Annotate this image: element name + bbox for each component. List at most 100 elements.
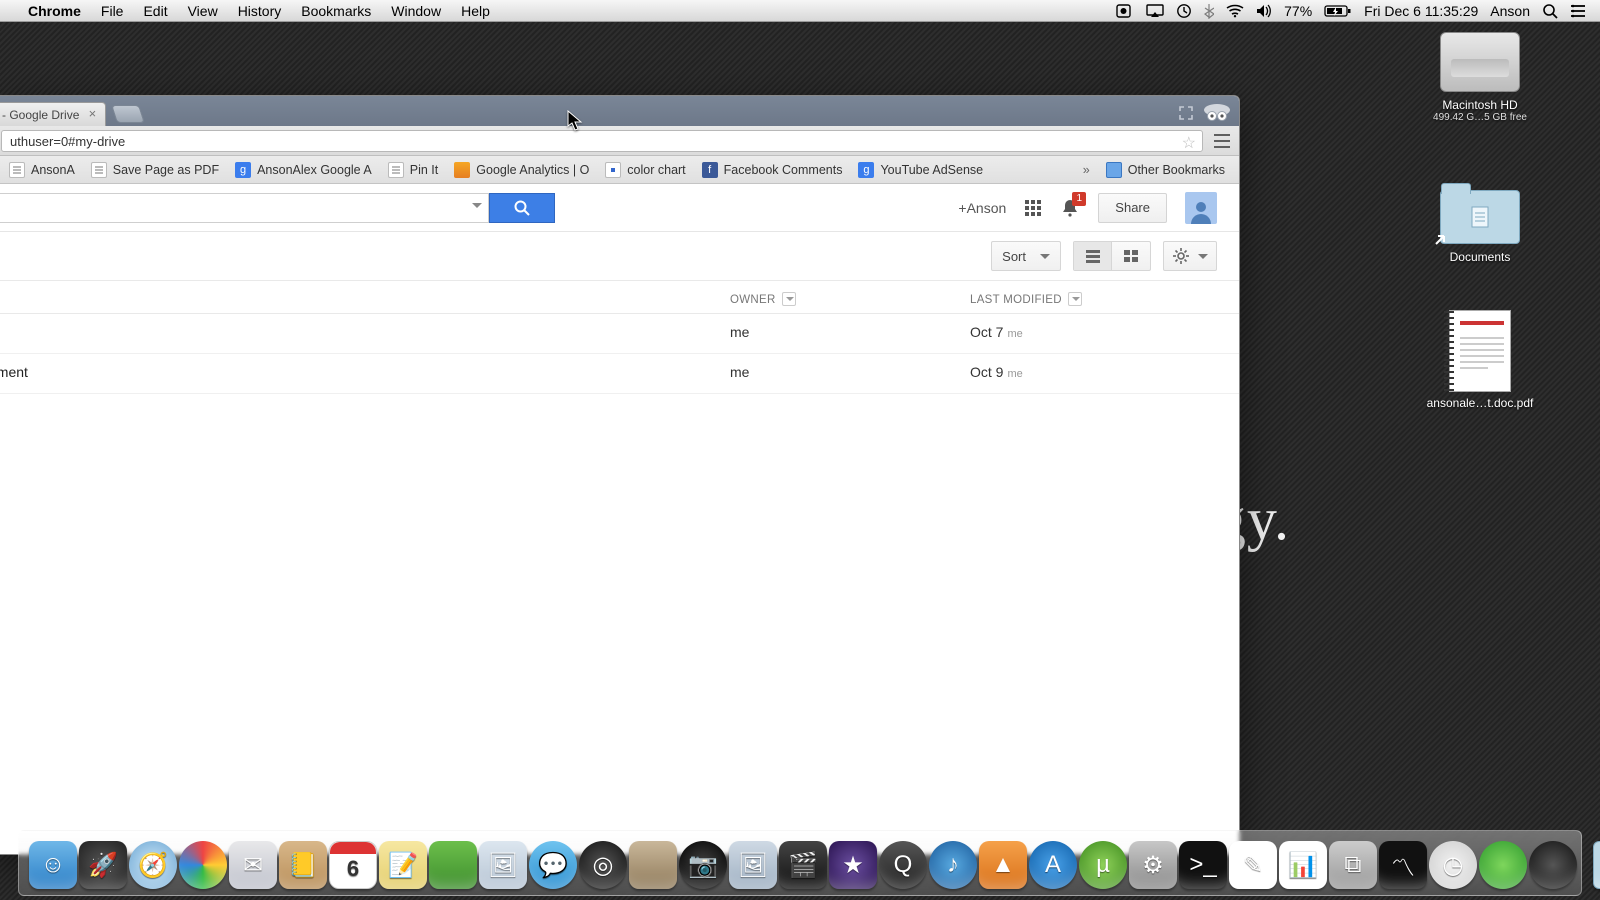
- dock-launchpad[interactable]: 🚀: [79, 841, 127, 889]
- dock-messages[interactable]: 💬: [529, 841, 577, 889]
- url-input[interactable]: uthuser=0#my-drive ☆: [1, 130, 1203, 152]
- menu-help[interactable]: Help: [451, 3, 500, 19]
- airplay-icon[interactable]: [1140, 4, 1170, 18]
- share-button[interactable]: Share: [1098, 193, 1167, 223]
- bookmark-item[interactable]: gAnsonAlex Google A: [227, 159, 380, 181]
- dock-activity[interactable]: 〽: [1379, 841, 1427, 889]
- file-row[interactable]: ument me Oct 9me: [0, 354, 1239, 394]
- dock-quicktime[interactable]: Q: [879, 841, 927, 889]
- google-plus-link[interactable]: +Anson: [958, 200, 1006, 216]
- bookmark-item[interactable]: Save Page as PDF: [83, 159, 227, 181]
- dock-imovie[interactable]: ★: [829, 841, 877, 889]
- user-menu[interactable]: Anson: [1484, 3, 1536, 19]
- bookmark-item[interactable]: color chart: [597, 159, 693, 181]
- dock-vlc[interactable]: ▲: [979, 841, 1027, 889]
- timemachine-icon[interactable]: [1170, 3, 1198, 19]
- bookmark-item[interactable]: AnsonA: [1, 159, 83, 181]
- dock-finder[interactable]: ☺: [29, 841, 77, 889]
- dock-numbers[interactable]: 📊: [1279, 841, 1327, 889]
- bookmark-item[interactable]: gYouTube AdSense: [850, 159, 991, 181]
- dock-camera2[interactable]: 📷: [679, 841, 727, 889]
- col-owner[interactable]: OWNER: [730, 289, 796, 306]
- bookmark-item[interactable]: fFacebook Comments: [694, 159, 851, 181]
- bookmark-star-icon[interactable]: ☆: [1182, 133, 1196, 155]
- menu-window[interactable]: Window: [381, 3, 451, 19]
- app-name[interactable]: Chrome: [18, 3, 91, 19]
- dock-mail[interactable]: ✉: [229, 841, 277, 889]
- apps-grid-icon[interactable]: [1024, 199, 1042, 217]
- dock-evernote[interactable]: [429, 841, 477, 889]
- chrome-window: ve - Google Drive × uthuser=0#my-drive ☆…: [0, 95, 1240, 855]
- wifi-icon[interactable]: [1220, 4, 1250, 18]
- account-avatar[interactable]: [1185, 192, 1217, 224]
- bookmarks-overflow[interactable]: »: [1075, 163, 1098, 177]
- sort-button[interactable]: Sort: [991, 241, 1061, 271]
- spotlight-icon[interactable]: [1536, 3, 1564, 19]
- bluetooth-icon[interactable]: [1198, 3, 1220, 19]
- dock-utorrent[interactable]: µ: [1079, 841, 1127, 889]
- dock-notes[interactable]: 📝: [379, 841, 427, 889]
- dock-safari[interactable]: 🧭: [129, 841, 177, 889]
- menu-edit[interactable]: Edit: [133, 3, 177, 19]
- notification-badge: 1: [1072, 192, 1086, 206]
- file-owner: me: [730, 364, 749, 380]
- desktop-pdf-label: ansonale…t.doc.pdf: [1420, 396, 1540, 410]
- drive-search-button[interactable]: [489, 193, 555, 223]
- file-name: ument: [0, 364, 28, 380]
- menu-view[interactable]: View: [178, 3, 228, 19]
- volume-icon[interactable]: [1250, 4, 1278, 18]
- dock-gimp[interactable]: [629, 841, 677, 889]
- dock-spotify[interactable]: [1479, 841, 1527, 889]
- battery-icon[interactable]: [1318, 4, 1358, 18]
- dock-fcp[interactable]: 🎬: [779, 841, 827, 889]
- desktop-documents-folder[interactable]: Documents: [1420, 180, 1540, 264]
- dock-calendar[interactable]: 6: [329, 841, 377, 889]
- desktop-hd-name: Macintosh HD: [1420, 98, 1540, 112]
- drive-search-input[interactable]: [0, 193, 489, 223]
- chrome-menu-icon[interactable]: [1211, 132, 1233, 150]
- other-bookmarks[interactable]: Other Bookmarks: [1098, 159, 1233, 181]
- dock-chrome[interactable]: [179, 841, 227, 889]
- dock-itunes[interactable]: ♪: [929, 841, 977, 889]
- dock-clock[interactable]: ◷: [1429, 841, 1477, 889]
- menu-history[interactable]: History: [228, 3, 292, 19]
- clock[interactable]: Fri Dec 6 11:35:29: [1358, 3, 1484, 19]
- dock-terminal[interactable]: >_: [1179, 841, 1227, 889]
- notifications-icon[interactable]: 1: [1060, 198, 1080, 218]
- file-owner: me: [730, 324, 749, 340]
- dock-steam[interactable]: [1529, 841, 1577, 889]
- bookmark-label: color chart: [627, 163, 685, 177]
- tab-title: ve - Google Drive: [0, 108, 79, 122]
- menu-file[interactable]: File: [91, 3, 134, 19]
- dock-screenshot[interactable]: ⧉: [1329, 841, 1377, 889]
- file-row[interactable]: me Oct 7me: [0, 314, 1239, 354]
- browser-tab[interactable]: ve - Google Drive ×: [0, 102, 106, 126]
- grid-icon: [605, 162, 621, 178]
- desktop-pdf-file[interactable]: ansonale…t.doc.pdf: [1420, 310, 1540, 410]
- grid-view-button[interactable]: [1112, 242, 1150, 270]
- bookmark-item[interactable]: Pin It: [380, 159, 447, 181]
- new-tab-button[interactable]: [111, 105, 145, 123]
- notification-center-icon[interactable]: [1564, 4, 1592, 18]
- list-view-button[interactable]: [1074, 242, 1112, 270]
- settings-button[interactable]: [1163, 241, 1217, 271]
- bookmark-label: Facebook Comments: [724, 163, 843, 177]
- screen-record-icon[interactable]: [1110, 4, 1140, 18]
- dock-sysprefs[interactable]: ⚙: [1129, 841, 1177, 889]
- dock-contacts[interactable]: 📒: [279, 841, 327, 889]
- col-modified[interactable]: LAST MODIFIED: [970, 289, 1082, 306]
- dropdown-icon[interactable]: [472, 203, 482, 213]
- desktop-hd[interactable]: Macintosh HD 499.42 G…5 GB free: [1420, 32, 1540, 123]
- sort-label: Sort: [1002, 249, 1026, 264]
- dock-preview[interactable]: 🖼: [479, 841, 527, 889]
- dock-photos[interactable]: 🖼: [729, 841, 777, 889]
- macos-menubar: Chrome File Edit View History Bookmarks …: [0, 0, 1600, 22]
- dock-appstore[interactable]: A: [1029, 841, 1077, 889]
- dock-camera1[interactable]: ◎: [579, 841, 627, 889]
- window-fullscreen-icon[interactable]: [1179, 106, 1193, 120]
- bookmark-item[interactable]: Google Analytics | O: [446, 159, 597, 181]
- dock-downloads-folder[interactable]: [1593, 841, 1600, 889]
- tab-close-icon[interactable]: ×: [85, 107, 99, 121]
- dock-textedit[interactable]: ✎: [1229, 841, 1277, 889]
- menu-bookmarks[interactable]: Bookmarks: [291, 3, 381, 19]
